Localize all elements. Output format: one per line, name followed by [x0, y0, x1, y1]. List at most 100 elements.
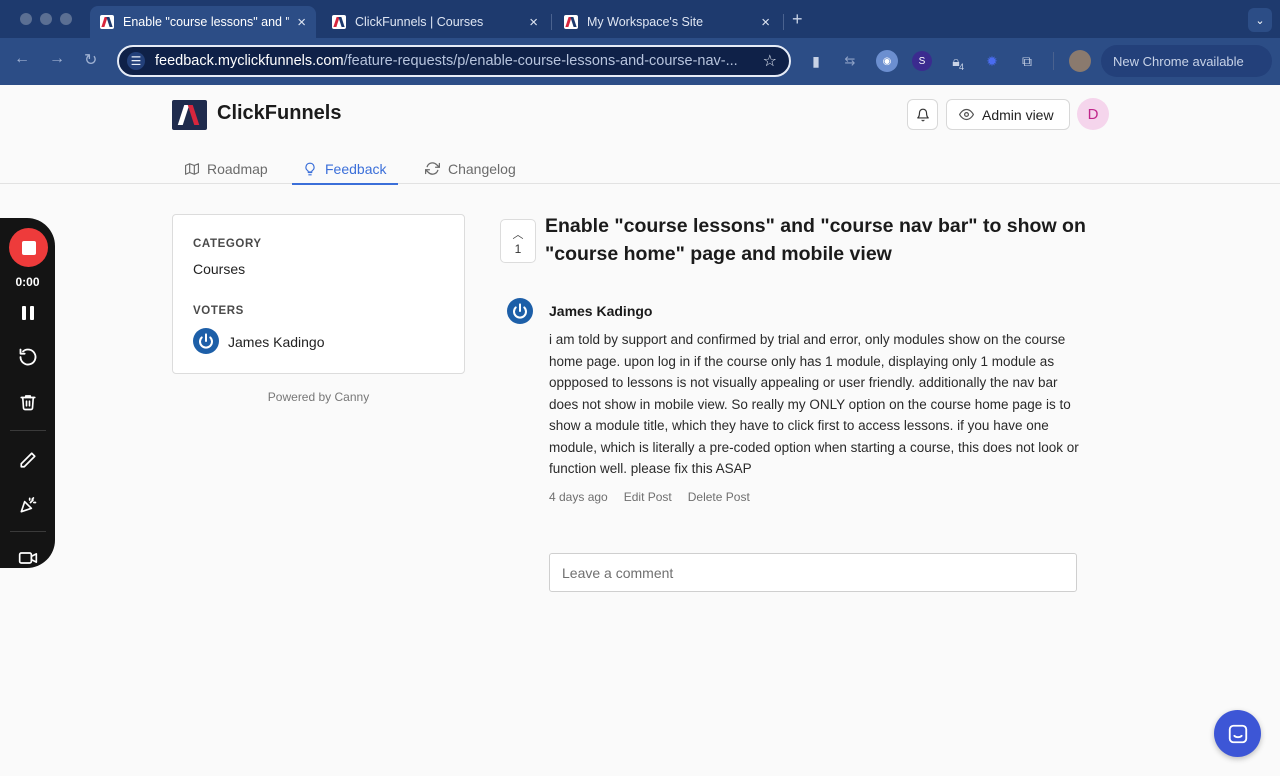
tab-search-button[interactable]: ⌄: [1248, 8, 1272, 32]
toolbar-divider: [10, 531, 46, 532]
tab-separator: [551, 14, 552, 30]
voters-label: VOTERS: [193, 305, 244, 317]
pause-icon: [22, 306, 34, 320]
confetti-icon: [20, 497, 37, 513]
tab-changelog[interactable]: Changelog: [425, 153, 516, 184]
pause-button[interactable]: [14, 299, 42, 327]
clickfunnels-favicon-icon: [332, 15, 346, 29]
tab-title: My Workspace's Site: [587, 15, 704, 29]
camera-button[interactable]: [14, 548, 42, 568]
restart-icon: [19, 348, 37, 366]
tab-title: ClickFunnels | Courses: [355, 15, 484, 29]
browser-tab[interactable]: ClickFunnels | Courses ×: [322, 6, 548, 38]
video-camera-icon: [18, 552, 38, 564]
url-domain: feedback.myclickfunnels.com: [155, 53, 344, 69]
admin-view-label: Admin view: [982, 106, 1054, 123]
toolbar-divider: [1053, 52, 1054, 70]
author-name[interactable]: James Kadingo: [549, 303, 652, 319]
stop-recording-button[interactable]: [9, 228, 48, 267]
post-details-card: CATEGORY Courses VOTERS James Kadingo: [172, 214, 465, 374]
category-label: CATEGORY: [193, 238, 262, 250]
url-path: /feature-requests/p/enable-course-lesson…: [343, 53, 738, 69]
notifications-button[interactable]: [907, 99, 938, 130]
url-text[interactable]: feedback.myclickfunnels.com/feature-requ…: [155, 53, 755, 69]
restart-button[interactable]: [14, 343, 42, 371]
tab-feedback[interactable]: Feedback: [291, 153, 400, 185]
vote-count: 1: [514, 242, 522, 256]
map-icon: [185, 162, 199, 175]
edit-post-link[interactable]: Edit Post: [624, 490, 672, 504]
comment-input[interactable]: [549, 553, 1077, 592]
screen-recorder-toolbar: 0:00: [0, 218, 55, 568]
delete-recording-button[interactable]: [14, 388, 42, 416]
extension-badge: 4: [959, 62, 965, 72]
author-avatar[interactable]: [507, 298, 533, 324]
powered-by-canny-link[interactable]: Powered by Canny: [172, 390, 465, 404]
tab-close-icon[interactable]: ×: [297, 14, 306, 31]
extension-profile-icon[interactable]: ◉: [876, 50, 898, 72]
tab-close-icon[interactable]: ×: [529, 14, 538, 31]
voter-name[interactable]: James Kadingo: [228, 334, 325, 350]
tab-roadmap-label: Roadmap: [207, 160, 268, 177]
tab-strip: Enable "course lessons" and "course nav …: [0, 0, 1280, 38]
new-tab-button[interactable]: +: [792, 9, 803, 30]
bookmark-star-icon[interactable]: ☆: [763, 51, 777, 71]
power-icon: [199, 333, 213, 349]
bell-icon: [916, 108, 929, 121]
tab-feedback-label: Feedback: [325, 160, 387, 177]
lightbulb-icon: [305, 162, 315, 175]
window-close-dot[interactable]: [20, 13, 32, 25]
tab-separator: [783, 14, 784, 30]
tab-title: Enable "course lessons" and "course nav …: [123, 15, 289, 29]
post-meta: 4 days ago Edit Post Delete Post: [549, 490, 766, 504]
clickfunnels-favicon-icon: [100, 15, 114, 29]
voter-avatar[interactable]: [193, 328, 219, 354]
eye-icon: [959, 108, 974, 121]
chevron-up-icon: ︿: [512, 229, 524, 241]
forward-arrow-icon[interactable]: →: [49, 50, 65, 68]
site-settings-icon[interactable]: ☰: [127, 52, 145, 70]
extension-gear-icon[interactable]: ✹: [982, 51, 1002, 71]
chat-launcher-button[interactable]: [1214, 710, 1261, 757]
admin-view-button[interactable]: Admin view: [946, 99, 1070, 130]
extension-doc-icon[interactable]: ▮: [806, 51, 826, 71]
post-body: i am told by support and confirmed by tr…: [549, 332, 1079, 476]
page-content: ClickFunnels Admin view D Roadmap Feedba…: [0, 85, 1280, 776]
clickfunnels-favicon-icon: [564, 15, 578, 29]
refresh-icon: [425, 162, 440, 175]
update-chrome-button[interactable]: New Chrome available: [1101, 45, 1272, 77]
browser-toolbar: ← → ↻ ☰ feedback.myclickfunnels.com/feat…: [0, 38, 1280, 85]
trash-icon: [20, 395, 36, 411]
browser-tab[interactable]: My Workspace's Site ×: [554, 6, 780, 38]
window-maximize-dot[interactable]: [60, 13, 72, 25]
upvote-button[interactable]: ︿ 1: [500, 219, 536, 263]
reload-icon[interactable]: ↻: [84, 50, 97, 70]
brand-name[interactable]: ClickFunnels: [217, 102, 341, 125]
toolbar-divider: [10, 430, 46, 431]
post-time[interactable]: 4 days ago: [549, 490, 608, 504]
browser-chrome: Enable "course lessons" and "course nav …: [0, 0, 1280, 85]
chat-icon: [1228, 724, 1247, 743]
user-avatar[interactable]: D: [1077, 98, 1109, 130]
tab-changelog-label: Changelog: [448, 160, 516, 177]
power-icon: [513, 303, 527, 319]
effects-button[interactable]: [14, 491, 42, 519]
profile-avatar[interactable]: [1069, 50, 1091, 72]
extension-s-icon[interactable]: S: [912, 51, 932, 71]
extensions-puzzle-icon[interactable]: ⧉: [1017, 51, 1037, 71]
tab-roadmap[interactable]: Roadmap: [185, 153, 268, 184]
draw-button[interactable]: [14, 446, 42, 474]
category-value[interactable]: Courses: [193, 261, 245, 277]
site-header: ClickFunnels Admin view D Roadmap Feedba…: [0, 85, 1280, 185]
pencil-icon: [20, 452, 36, 468]
window-minimize-dot[interactable]: [40, 13, 52, 25]
browser-tab-active[interactable]: Enable "course lessons" and "course nav …: [90, 6, 316, 38]
tab-close-icon[interactable]: ×: [761, 14, 770, 31]
back-arrow-icon[interactable]: ←: [14, 50, 30, 68]
clickfunnels-logo[interactable]: [172, 100, 207, 130]
post-title: Enable "course lessons" and "course nav …: [545, 215, 1086, 265]
delete-post-link[interactable]: Delete Post: [688, 490, 750, 504]
extension-puzzle-gray-icon[interactable]: ⇆: [840, 51, 860, 71]
recording-timer: 0:00: [15, 275, 40, 289]
address-bar[interactable]: ☰ feedback.myclickfunnels.com/feature-re…: [117, 45, 791, 77]
